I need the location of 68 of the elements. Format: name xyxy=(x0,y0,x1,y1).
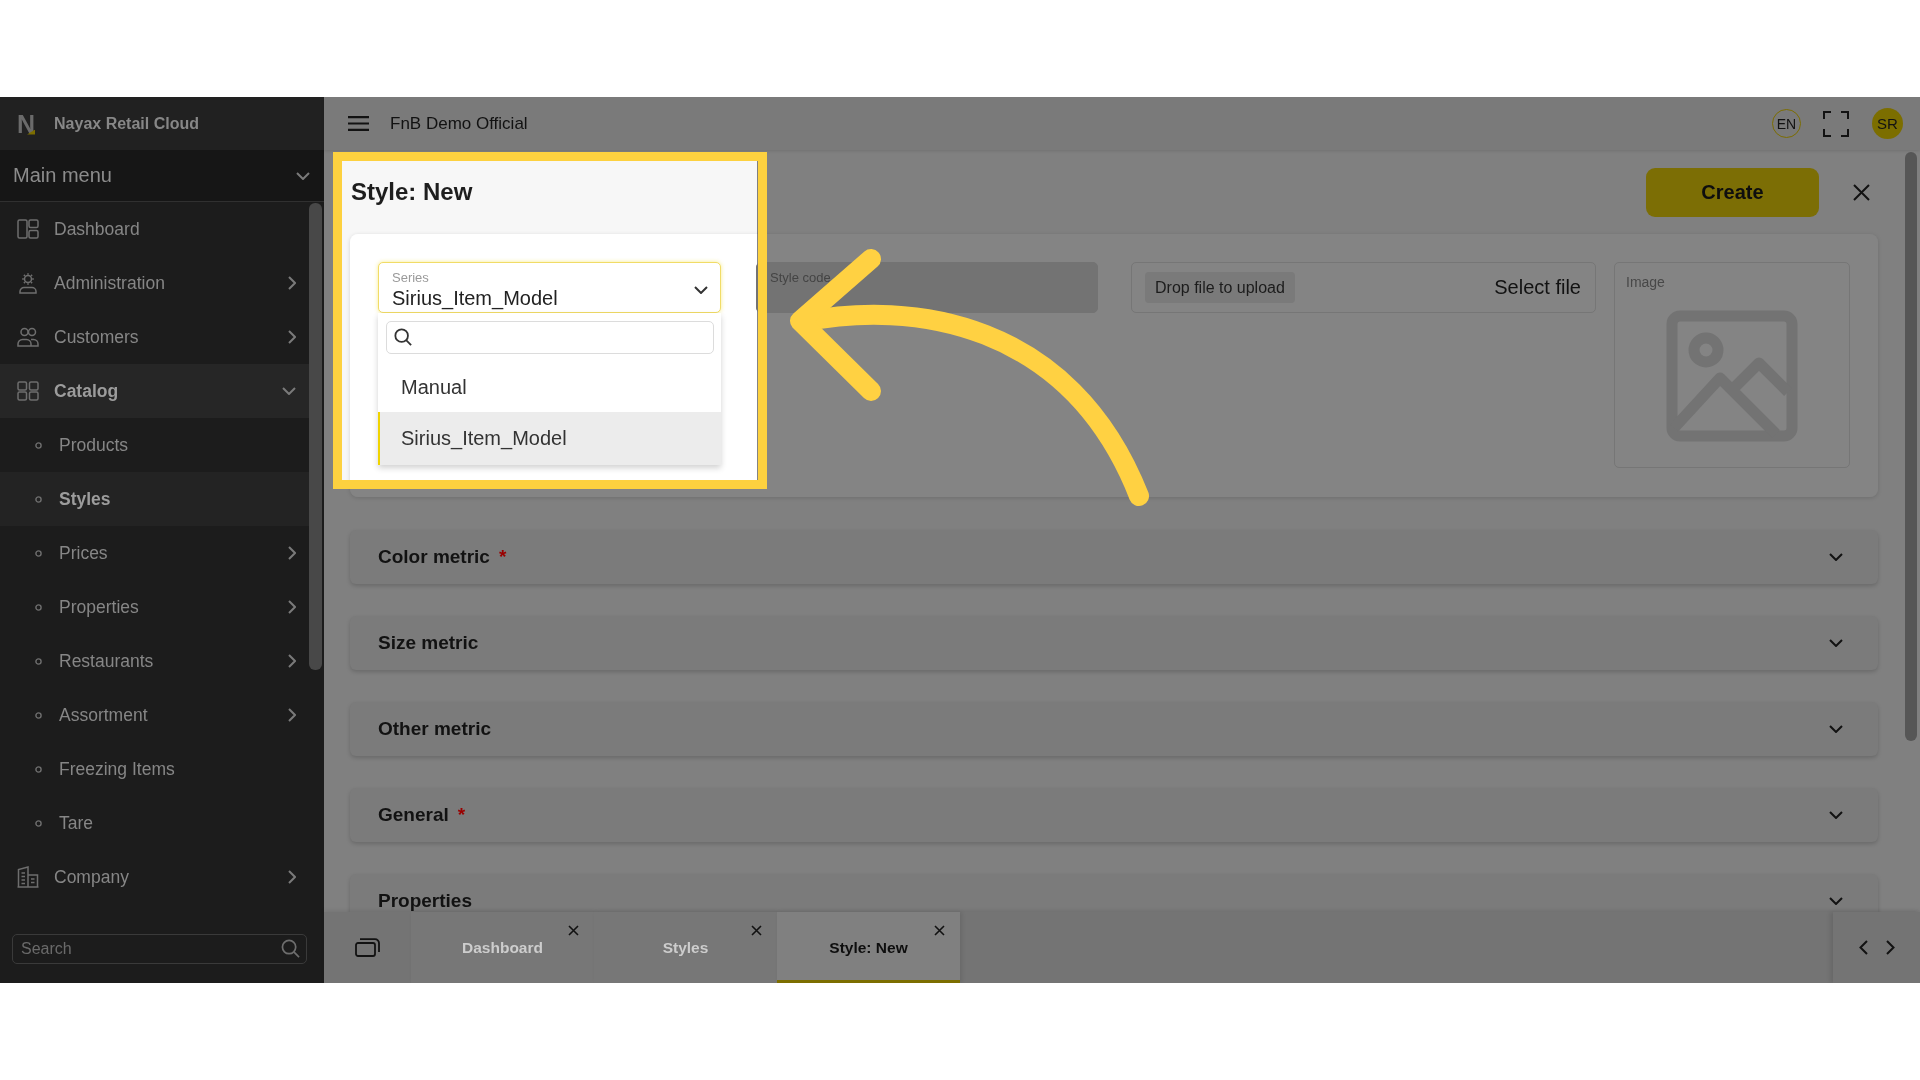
search-field[interactable]: Search xyxy=(12,934,307,964)
bullet-icon xyxy=(35,603,42,611)
submenu-item[interactable]: Restaurants xyxy=(0,634,309,688)
search-icon xyxy=(281,939,300,958)
series-select[interactable]: Series Sirius_Item_Model xyxy=(378,262,721,313)
submenu-item[interactable]: Assortment xyxy=(0,688,309,742)
scrollbar[interactable] xyxy=(309,203,322,670)
menu-item[interactable]: Administration xyxy=(0,256,309,310)
section-header[interactable]: Properties xyxy=(350,874,1878,912)
menu-item[interactable]: Company xyxy=(0,850,309,904)
submenu-item[interactable]: Tare xyxy=(0,796,309,850)
tab[interactable]: Style: New xyxy=(777,912,960,983)
dropdown-option[interactable]: Sirius_Item_Model xyxy=(378,412,721,465)
brand-name: Nayax Retail Cloud xyxy=(54,114,199,133)
bullet-icon xyxy=(35,495,42,503)
required-mark: * xyxy=(457,804,466,826)
chevron-right-icon[interactable] xyxy=(1885,940,1895,955)
user-avatar[interactable]: SR xyxy=(1872,108,1903,139)
chevron-down-icon xyxy=(694,285,708,294)
menu-icon[interactable] xyxy=(348,116,369,131)
submenu-item[interactable]: Products xyxy=(0,418,309,472)
image-field[interactable]: Image xyxy=(1614,262,1850,468)
scrollbar[interactable] xyxy=(1905,152,1917,741)
tab[interactable]: Styles xyxy=(594,912,777,983)
select-file-button[interactable]: Select file xyxy=(1494,276,1581,299)
field-label: Series xyxy=(392,269,429,286)
fullscreen-icon[interactable] xyxy=(1823,110,1849,137)
section-header[interactable]: Size metric xyxy=(350,616,1878,670)
grid-icon xyxy=(17,380,39,402)
users-icon xyxy=(17,326,39,348)
section-header[interactable]: General * xyxy=(350,788,1878,842)
bullet-icon xyxy=(35,657,42,665)
submenu-item[interactable]: Properties xyxy=(0,580,309,634)
tab[interactable]: Dashboard xyxy=(411,912,594,983)
menu-item[interactable]: Customers xyxy=(0,310,309,364)
submenu-item[interactable]: Styles xyxy=(0,472,309,526)
dropdown-option[interactable]: Manual xyxy=(378,362,721,412)
select-value: Sirius_Item_Model xyxy=(392,285,558,310)
close-icon[interactable] xyxy=(934,925,945,936)
upload-field[interactable]: Drop file to upload Select file xyxy=(1131,262,1596,313)
submenu-item[interactable]: Prices xyxy=(0,526,309,580)
bullet-icon xyxy=(35,711,42,719)
close-icon[interactable] xyxy=(568,925,579,936)
section-header[interactable]: Other metric xyxy=(350,702,1878,756)
page-title: Style: New xyxy=(351,178,473,206)
submenu-item[interactable]: Freezing Items xyxy=(0,742,309,796)
search-icon xyxy=(394,328,412,346)
logo: N xyxy=(17,112,36,135)
field-label: Image xyxy=(1626,273,1665,291)
user-gear-icon xyxy=(17,272,39,294)
section-header[interactable]: Color metric * xyxy=(350,530,1878,584)
required-mark: * xyxy=(498,546,507,568)
bullet-icon xyxy=(35,819,42,827)
building-icon xyxy=(17,866,39,888)
bullet-icon xyxy=(35,441,42,449)
menu-item[interactable]: Dashboard xyxy=(0,202,309,256)
main-menu-toggle[interactable]: Main menu xyxy=(0,150,324,202)
close-icon[interactable] xyxy=(751,925,762,936)
close-icon[interactable] xyxy=(1853,183,1870,201)
company-name: FnB Demo Official xyxy=(390,113,528,134)
stacked-windows-icon[interactable] xyxy=(355,938,380,957)
chevron-left-icon[interactable] xyxy=(1858,940,1868,955)
menu-item[interactable]: Catalog xyxy=(0,364,309,418)
create-button[interactable]: Create xyxy=(1646,167,1819,217)
upload-hint: Drop file to upload xyxy=(1145,272,1295,303)
bullet-icon xyxy=(35,765,42,773)
dashboard-icon xyxy=(17,218,39,240)
bullet-icon xyxy=(35,549,42,557)
